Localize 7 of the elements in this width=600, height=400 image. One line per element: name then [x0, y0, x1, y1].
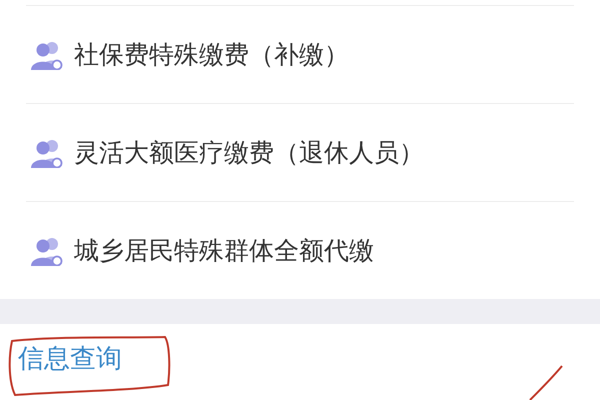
- people-icon: [30, 138, 64, 168]
- service-item[interactable]: 社保费特殊缴费（补缴）: [26, 5, 574, 103]
- people-icon: [30, 236, 64, 266]
- section-title: 信息查询: [18, 344, 122, 376]
- annotation-stroke: [529, 365, 563, 400]
- people-icon: [30, 40, 64, 70]
- service-item[interactable]: 灵活大额医疗缴费（退休人员）: [26, 103, 574, 201]
